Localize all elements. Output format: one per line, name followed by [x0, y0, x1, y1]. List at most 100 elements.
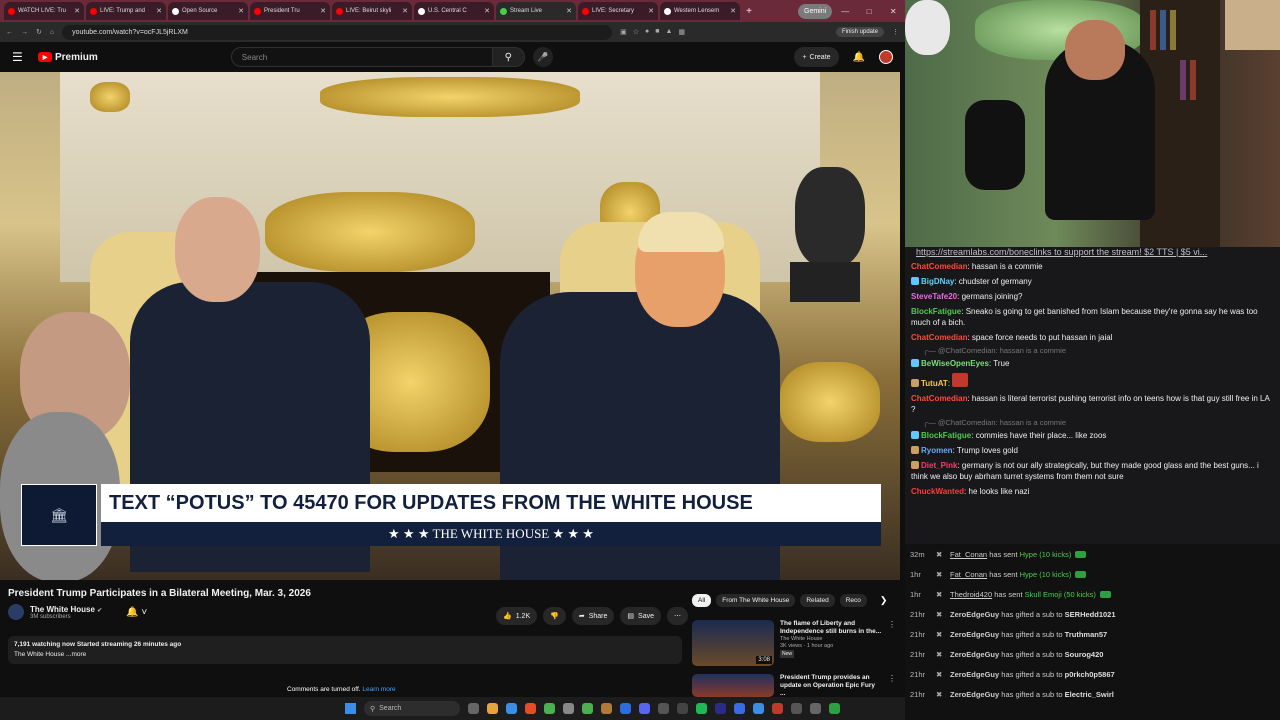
app-icon[interactable]	[772, 703, 783, 714]
chat-username[interactable]: Ryomen	[921, 446, 953, 455]
chat-username[interactable]: BigDNay	[921, 277, 954, 286]
pinned-link[interactable]: https://streamlabs.com/boneclinks	[916, 247, 1052, 257]
chevron-right-icon[interactable]: ❯	[880, 595, 888, 606]
puzzle-icon[interactable]: ▦	[678, 28, 685, 36]
address-bar[interactable]: youtube.com/watch?v=ocFJL5jRLXM	[62, 24, 613, 40]
star-icon[interactable]: ☆	[633, 28, 639, 36]
close-icon[interactable]: ✕	[156, 7, 162, 15]
new-tab-icon[interactable]: +	[742, 6, 756, 17]
more-actions-button[interactable]: ⋯	[667, 607, 688, 625]
recommended-video[interactable]: 3:08 The flame of Liberty and Independen…	[692, 620, 896, 666]
browser-tab[interactable]: LIVE: Secretary ✕	[578, 2, 658, 20]
close-icon[interactable]: ✕	[74, 7, 80, 15]
forward-icon[interactable]: →	[21, 29, 28, 36]
close-window-icon[interactable]: ✕	[882, 7, 904, 16]
task-view-icon[interactable]	[468, 703, 479, 714]
save-button[interactable]: ▤ Save	[620, 607, 661, 625]
app-icon[interactable]	[791, 703, 802, 714]
close-icon[interactable]: ✕	[648, 7, 654, 15]
close-icon[interactable]: ✕	[484, 7, 490, 15]
learn-more-link[interactable]: Learn more	[362, 686, 395, 693]
browser-tab[interactable]: Open Source ✕	[168, 2, 248, 20]
app-icon[interactable]	[582, 703, 593, 714]
app-icon[interactable]	[715, 703, 726, 714]
event-user[interactable]: ZeroEdgeGuy	[950, 670, 999, 679]
account-avatar[interactable]	[879, 50, 893, 64]
youtube-logo[interactable]: ▶ Premium	[38, 52, 98, 63]
discord-icon[interactable]	[639, 703, 650, 714]
more-icon[interactable]: ⋮	[888, 674, 896, 698]
like-button[interactable]: 👍 1.2K	[496, 607, 538, 625]
chat-username[interactable]: ChuckWanted	[911, 487, 964, 496]
rec-title[interactable]: President Trump provides an update on Op…	[780, 674, 882, 698]
notifications-icon[interactable]: 🔔	[853, 52, 865, 63]
channel-avatar[interactable]	[8, 604, 24, 620]
app-icon[interactable]	[734, 703, 745, 714]
spotify-icon[interactable]	[696, 703, 707, 714]
browser-tab[interactable]: LIVE: Trump and ✕	[86, 2, 166, 20]
subscribe-bell-button[interactable]: 🔔 ˅	[126, 607, 147, 618]
video-player[interactable]: 🏛 TEXT “POTUS” TO 45470 FOR UPDATES FROM…	[0, 72, 900, 580]
event-user[interactable]: Fat_Conan	[950, 570, 987, 579]
chat-username[interactable]: Diet_Pink	[921, 461, 957, 470]
finish-update-button[interactable]: Finish update	[835, 27, 884, 37]
back-icon[interactable]: ←	[6, 29, 13, 36]
extension-icon[interactable]: ■	[655, 28, 659, 36]
extension-icon[interactable]: ▲	[665, 28, 672, 36]
dislike-button[interactable]: 👎	[543, 607, 566, 625]
recommended-video[interactable]: President Trump provides an update on Op…	[692, 674, 896, 698]
search-input[interactable]: Search	[230, 47, 493, 67]
filter-chip[interactable]: All	[692, 594, 712, 607]
close-icon[interactable]: ✕	[402, 7, 408, 15]
extension-icon[interactable]: ●	[645, 28, 649, 36]
browser-tab[interactable]: President Tru ✕	[250, 2, 330, 20]
event-user[interactable]: ZeroEdgeGuy	[950, 610, 999, 619]
maximize-icon[interactable]: □	[858, 7, 880, 16]
browser-tab[interactable]: Stream Live ✕	[496, 2, 576, 20]
more-icon[interactable]: ⋮	[888, 620, 896, 666]
cast-icon[interactable]: ▣	[620, 28, 627, 36]
menu-icon[interactable]: ⋮	[892, 28, 899, 36]
explorer-icon[interactable]	[487, 703, 498, 714]
filter-chip[interactable]: Reco	[839, 594, 867, 607]
app-icon[interactable]	[658, 703, 669, 714]
app-icon[interactable]	[601, 703, 612, 714]
video-thumbnail[interactable]	[692, 674, 774, 697]
close-icon[interactable]: ✕	[730, 7, 736, 15]
chrome-icon[interactable]	[525, 703, 536, 714]
chat-username[interactable]: ChatComedian	[911, 262, 967, 271]
chat-username[interactable]: TutuAT	[921, 379, 948, 388]
windows-start-icon[interactable]	[345, 703, 356, 714]
app-icon[interactable]	[677, 703, 688, 714]
home-icon[interactable]: ⌂	[50, 29, 54, 36]
edge-icon[interactable]	[506, 703, 517, 714]
browser-tab[interactable]: Western Lensem ✕	[660, 2, 740, 20]
chat-username[interactable]: SteveTafe20	[911, 292, 957, 301]
description-box[interactable]: 7,191 watching now Started streaming 26 …	[8, 636, 682, 664]
app-icon[interactable]	[563, 703, 574, 714]
app-icon[interactable]	[620, 703, 631, 714]
share-button[interactable]: ➦ Share	[571, 607, 615, 625]
gemini-button[interactable]: Gemini	[798, 3, 833, 19]
create-button[interactable]: + Create	[794, 47, 839, 67]
chrome-icon[interactable]	[544, 703, 555, 714]
video-thumbnail[interactable]: 3:08	[692, 620, 774, 666]
chat-username[interactable]: BlockFatigue	[911, 307, 961, 316]
voice-search-button[interactable]: 🎤	[532, 47, 553, 67]
event-user[interactable]: Fat_Conan	[950, 550, 987, 559]
channel-name[interactable]: The White House ✔	[30, 605, 102, 614]
event-user[interactable]: Thedroid420	[950, 590, 992, 599]
chat-username[interactable]: ChatComedian	[911, 394, 967, 403]
taskbar-search[interactable]: ⚲ Search	[364, 701, 460, 716]
chat-username[interactable]: ChatComedian	[911, 333, 967, 342]
app-icon[interactable]	[810, 703, 821, 714]
event-user[interactable]: ZeroEdgeGuy	[950, 650, 999, 659]
filter-chip[interactable]: From The White House	[716, 594, 796, 607]
close-icon[interactable]: ✕	[566, 7, 572, 15]
kick-icon[interactable]	[829, 703, 840, 714]
filter-chip[interactable]: Related	[800, 594, 835, 607]
close-icon[interactable]: ✕	[320, 7, 326, 15]
browser-tab[interactable]: U.S. Central C ✕	[414, 2, 494, 20]
chat-username[interactable]: BeWiseOpenEyes	[921, 359, 989, 368]
minimize-icon[interactable]: —	[834, 7, 856, 16]
